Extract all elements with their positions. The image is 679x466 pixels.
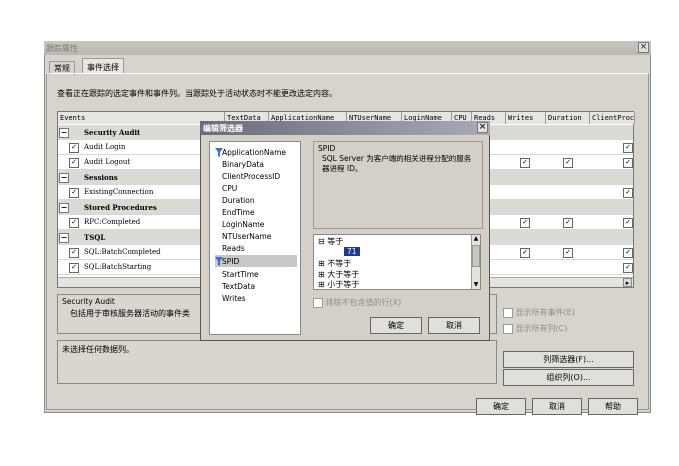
category-label: Security Audit	[84, 128, 141, 137]
filter-value-input[interactable]: 71	[344, 247, 360, 256]
event-label: ExistingConnection	[84, 188, 154, 196]
event-checkbox[interactable]: ✓	[69, 158, 79, 168]
show-all-columns-checkbox[interactable]	[503, 323, 513, 334]
description-title: SPID	[318, 144, 336, 153]
collapse-icon[interactable]: −	[59, 233, 69, 243]
operator-tree[interactable]: ⊟ 等于 71 ⊞ 不等于 ⊞ 大于等于 ⊞ 小于等于 ▲ ▼	[313, 234, 481, 290]
column-checkbox[interactable]: ✓	[520, 248, 530, 258]
show-all-events-checkbox[interactable]	[503, 307, 513, 318]
collapse-icon[interactable]: −	[59, 128, 69, 138]
column-checkbox[interactable]: ✓	[563, 248, 573, 258]
tree-label: 不等于	[327, 259, 352, 268]
expand-icon[interactable]: ⊞	[318, 259, 325, 268]
dialog-ok-button[interactable]: 确定	[370, 317, 422, 334]
dialog-cancel-button[interactable]: 取消	[428, 317, 480, 334]
column-list[interactable]: ApplicationName BinaryData ClientProcess…	[209, 141, 301, 335]
show-all-events-option[interactable]: 显示所有事件(E)	[503, 307, 575, 318]
collapse-icon[interactable]: −	[59, 203, 69, 213]
show-all-events-label: 显示所有事件(E)	[515, 308, 575, 317]
close-icon[interactable]: ×	[638, 42, 649, 53]
show-all-columns-label: 显示所有列(C)	[515, 324, 568, 333]
expand-icon[interactable]: ⊞	[318, 280, 325, 289]
column-checkbox[interactable]: ✓	[623, 188, 633, 198]
ok-button[interactable]: 确定	[476, 398, 526, 415]
column-checkbox[interactable]: ✓	[623, 158, 633, 168]
column-header[interactable]: ClientProcessID	[590, 112, 635, 124]
event-checkbox[interactable]: ✓	[69, 188, 79, 198]
column-list-item[interactable]: Reads	[222, 244, 245, 253]
column-list-item[interactable]: ApplicationName	[222, 148, 286, 157]
event-label: Audit Logout	[84, 158, 131, 166]
column-list-item[interactable]: CPU	[222, 184, 237, 193]
column-checkbox[interactable]: ✓	[520, 218, 530, 228]
column-description: SPID SQL Server 为客户端的相关进程分配的服务器进程 ID。	[313, 141, 483, 229]
exclude-rows-checkbox[interactable]	[313, 297, 323, 308]
tree-label: 小于等于	[327, 280, 360, 289]
scroll-down-icon[interactable]: ▼	[472, 281, 480, 289]
tab-events-selection[interactable]: 事件选择	[82, 58, 124, 74]
info-text: 包括用于审核服务器活动的事件类	[70, 309, 190, 318]
tree-node-equals[interactable]: ⊟ 等于	[318, 236, 343, 247]
column-list-item[interactable]: BinaryData	[222, 160, 264, 169]
event-checkbox[interactable]: ✓	[69, 218, 79, 228]
column-filters-button[interactable]: 列筛选器(F)...	[503, 351, 634, 368]
scroll-up-icon[interactable]: ▲	[472, 235, 480, 243]
column-list-item[interactable]: NTUserName	[222, 232, 271, 241]
column-checkbox[interactable]: ✓	[563, 158, 573, 168]
exclude-rows-label: 排除不包含值的行(X)	[325, 298, 402, 307]
description-text: 查看正在跟踪的选定事件和事件列。当跟踪处于活动状态时不能更改选定内容。	[57, 89, 337, 98]
event-checkbox[interactable]: ✓	[69, 143, 79, 153]
description-body: SQL Server 为客户端的相关进程分配的服务器进程 ID。	[322, 154, 472, 173]
organize-columns-button[interactable]: 组织列(O)...	[503, 369, 634, 386]
column-list-item[interactable]: Writes	[222, 294, 246, 303]
cancel-button[interactable]: 取消	[532, 398, 582, 415]
collapse-icon[interactable]: ⊟	[318, 237, 325, 246]
column-header[interactable]: Writes	[506, 112, 546, 124]
tree-label: 等于	[327, 237, 344, 246]
event-label: SQL:BatchStarting	[84, 263, 152, 271]
event-label: SQL:BatchCompleted	[84, 248, 161, 256]
info-title: Security Audit	[62, 297, 115, 306]
window-title: 跟踪属性	[46, 44, 78, 53]
show-all-columns-option[interactable]: 显示所有列(C)	[503, 323, 567, 334]
category-label: Sessions	[84, 173, 118, 182]
exclude-rows-option[interactable]: 排除不包含值的行(X)	[313, 297, 401, 308]
category-label: TSQL	[84, 233, 106, 242]
tree-node-less-equal[interactable]: ⊞ 小于等于	[318, 279, 359, 290]
status-panel: 未选择任何数据列。	[57, 340, 497, 384]
tree-scrollbar[interactable]: ▲ ▼	[471, 235, 480, 289]
column-checkbox[interactable]: ✓	[623, 218, 633, 228]
event-label: RPC:Completed	[84, 218, 141, 226]
column-list-item[interactable]: EndTime	[222, 208, 255, 217]
help-button[interactable]: 帮助	[588, 398, 638, 415]
column-list-item[interactable]: LoginName	[222, 220, 264, 229]
column-checkbox[interactable]: ✓	[623, 248, 633, 258]
column-header[interactable]: Duration	[546, 112, 590, 124]
dialog-close-icon[interactable]: ×	[477, 122, 488, 133]
column-checkbox[interactable]: ✓	[563, 218, 573, 228]
event-checkbox[interactable]: ✓	[69, 263, 79, 273]
event-checkbox[interactable]: ✓	[69, 248, 79, 258]
tree-label: 大于等于	[327, 270, 360, 279]
category-label: Stored Procedures	[84, 203, 157, 212]
column-checkbox[interactable]: ✓	[623, 263, 633, 273]
column-list-item-selected[interactable]: SPID	[222, 257, 239, 266]
dialog-title: 编辑筛选器	[203, 124, 243, 133]
status-text: 未选择任何数据列。	[62, 345, 134, 354]
column-list-item[interactable]: TextData	[222, 282, 255, 291]
column-checkbox[interactable]: ✓	[520, 158, 530, 168]
column-list-item[interactable]: StartTime	[222, 270, 259, 279]
scroll-thumb[interactable]	[472, 245, 480, 267]
column-list-item[interactable]: Duration	[222, 196, 255, 205]
column-list-item[interactable]: ClientProcessID	[222, 172, 280, 181]
dialog-title-bar: 编辑筛选器 ×	[200, 121, 490, 135]
expand-icon[interactable]: ⊞	[318, 270, 325, 279]
column-checkbox[interactable]: ✓	[623, 143, 633, 153]
title-bar: 跟踪属性 ×	[44, 41, 651, 55]
collapse-icon[interactable]: −	[59, 173, 69, 183]
tree-node-not-equals[interactable]: ⊞ 不等于	[318, 258, 351, 269]
event-label: Audit Login	[84, 143, 126, 151]
scroll-right-icon[interactable]: ▸	[623, 278, 632, 287]
